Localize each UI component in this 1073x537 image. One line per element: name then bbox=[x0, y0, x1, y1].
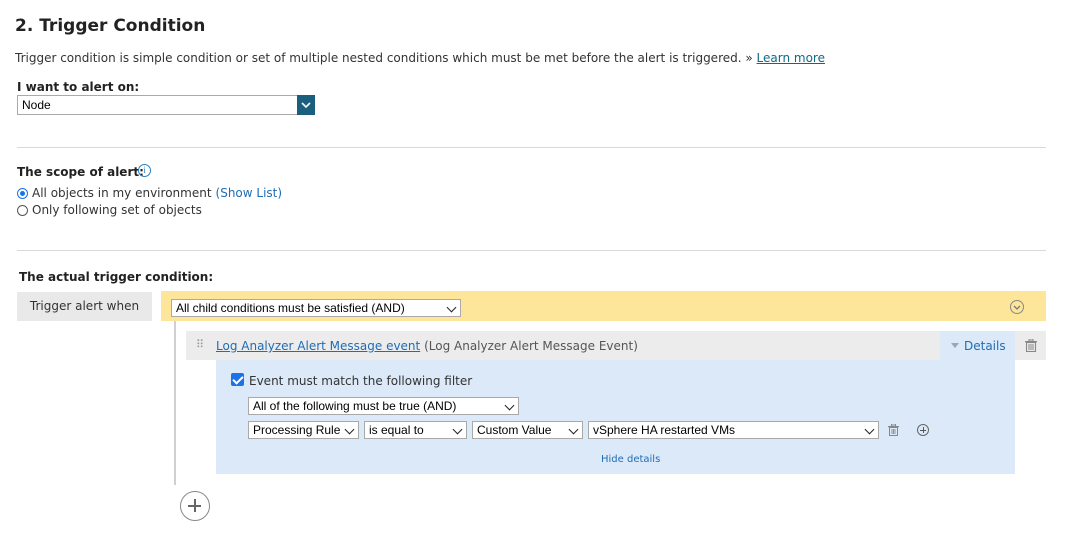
scope-option-all-label: All objects in my environment bbox=[32, 186, 212, 200]
add-condition-button[interactable] bbox=[180, 491, 210, 521]
trigger-when-label: Trigger alert when bbox=[17, 292, 152, 321]
section-title: 2. Trigger Condition bbox=[15, 16, 206, 36]
add-filter-icon[interactable] bbox=[917, 424, 929, 436]
filter-checkbox-label: Event must match the following filter bbox=[249, 374, 473, 388]
filter-panel: Event must match the following filter Al… bbox=[216, 360, 1015, 474]
alert-on-select[interactable]: Node bbox=[17, 95, 315, 115]
triangle-down-icon bbox=[951, 343, 959, 348]
description-text: Trigger condition is simple condition or… bbox=[15, 51, 753, 65]
drag-handle-icon[interactable]: ⠿ bbox=[196, 338, 204, 351]
chevron-down-icon bbox=[344, 424, 355, 435]
field-value: Processing Rule bbox=[253, 423, 341, 437]
learn-more-link[interactable]: Learn more bbox=[757, 51, 825, 65]
chevron-down-icon bbox=[301, 102, 311, 109]
chevron-down-icon bbox=[446, 302, 457, 313]
details-label: Details bbox=[964, 339, 1006, 353]
condition-row: ⠿ Log Analyzer Alert Message event (Log … bbox=[186, 331, 940, 360]
divider bbox=[17, 250, 1046, 251]
chevron-down-icon bbox=[504, 400, 515, 411]
trigger-heading: The actual trigger condition: bbox=[19, 270, 214, 284]
info-icon[interactable]: i bbox=[138, 164, 151, 177]
alert-on-label: I want to alert on: bbox=[17, 80, 140, 94]
divider bbox=[17, 147, 1046, 148]
operator-select[interactable]: is equal to bbox=[364, 421, 467, 439]
show-list-link[interactable]: (Show List) bbox=[216, 186, 283, 200]
chevron-down-icon bbox=[568, 424, 579, 435]
condition-link[interactable]: Log Analyzer Alert Message event bbox=[216, 339, 420, 353]
filter-checkbox[interactable] bbox=[231, 373, 244, 386]
section-description: Trigger condition is simple condition or… bbox=[15, 51, 825, 65]
scope-option-following[interactable]: Only following set of objects bbox=[17, 203, 202, 217]
value-select[interactable]: vSphere HA restarted VMs bbox=[588, 421, 879, 439]
condition-suffix: (Log Analyzer Alert Message Event) bbox=[424, 339, 638, 353]
hide-details-link[interactable]: Hide details bbox=[601, 454, 660, 465]
field-select[interactable]: Processing Rule bbox=[248, 421, 359, 439]
alert-on-dropdown-button[interactable] bbox=[297, 95, 315, 115]
scope-option-all[interactable]: All objects in my environment (Show List… bbox=[17, 186, 282, 200]
radio-all-objects[interactable] bbox=[17, 187, 28, 199]
collapse-group-icon[interactable] bbox=[1010, 300, 1024, 314]
child-mode-value: All child conditions must be satisfied (… bbox=[176, 301, 405, 315]
details-toggle[interactable]: Details bbox=[940, 331, 1015, 360]
scope-label: The scope of alert: bbox=[17, 165, 144, 179]
filter-mode-select[interactable]: All of the following must be true (AND) bbox=[248, 397, 519, 415]
trash-icon bbox=[1025, 339, 1037, 352]
trigger-group-bar: All child conditions must be satisfied (… bbox=[161, 291, 1046, 321]
chevron-down-icon bbox=[864, 424, 875, 435]
trash-icon[interactable] bbox=[888, 424, 899, 436]
alert-on-value: Node bbox=[22, 98, 51, 112]
delete-condition-button[interactable] bbox=[1015, 331, 1046, 360]
value-value: vSphere HA restarted VMs bbox=[593, 423, 736, 437]
child-mode-select[interactable]: All child conditions must be satisfied (… bbox=[171, 299, 461, 317]
radio-following-objects[interactable] bbox=[17, 204, 28, 216]
value-type-select[interactable]: Custom Value bbox=[472, 421, 583, 439]
scope-option-following-label: Only following set of objects bbox=[32, 203, 202, 217]
chevron-down-icon bbox=[452, 424, 463, 435]
operator-value: is equal to bbox=[369, 423, 424, 437]
value-type-value: Custom Value bbox=[477, 423, 552, 437]
tree-line bbox=[174, 321, 176, 485]
condition-title: Log Analyzer Alert Message event (Log An… bbox=[216, 339, 638, 353]
filter-mode-value: All of the following must be true (AND) bbox=[253, 399, 457, 413]
